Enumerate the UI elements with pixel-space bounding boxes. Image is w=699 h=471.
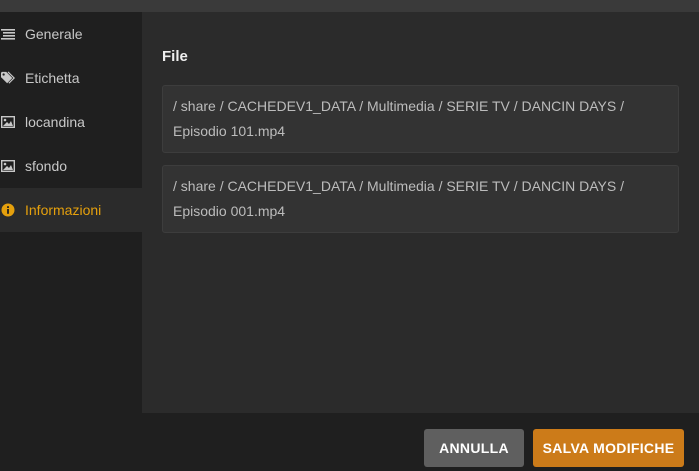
sidebar-item-label: Generale: [25, 26, 83, 42]
section-title: File: [162, 48, 188, 65]
cancel-button[interactable]: ANNULLA: [424, 429, 524, 467]
file-path-box: / share / CACHEDEV1_DATA / Multimedia / …: [162, 165, 679, 233]
sidebar-item-informazioni[interactable]: Informazioni: [0, 188, 142, 232]
sidebar-item-label: Etichetta: [25, 70, 80, 86]
main-panel: File / share / CACHEDEV1_DATA / Multimed…: [142, 12, 699, 413]
dialog-footer: ANNULLA SALVA MODIFICHE: [0, 413, 699, 471]
image-icon: [1, 159, 15, 173]
list-icon: [1, 27, 15, 41]
sidebar-item-locandina[interactable]: locandina: [0, 100, 142, 144]
sidebar-item-etichetta[interactable]: Etichetta: [0, 56, 142, 100]
sidebar-item-label: locandina: [25, 114, 85, 130]
image-icon: [1, 115, 15, 129]
sidebar-item-label: sfondo: [25, 158, 68, 174]
info-circle-icon: [1, 203, 15, 217]
file-path-box: / share / CACHEDEV1_DATA / Multimedia / …: [162, 85, 679, 153]
save-changes-button[interactable]: SALVA MODIFICHE: [533, 429, 684, 467]
tag-icon: [1, 71, 15, 85]
sidebar-item-generale[interactable]: Generale: [0, 12, 142, 56]
sidebar-item-sfondo[interactable]: sfondo: [0, 144, 142, 188]
sidebar-item-label: Informazioni: [25, 202, 102, 218]
top-bar: [0, 0, 699, 12]
sidebar: Generale Etichetta locandina sfondo Info…: [0, 12, 142, 413]
